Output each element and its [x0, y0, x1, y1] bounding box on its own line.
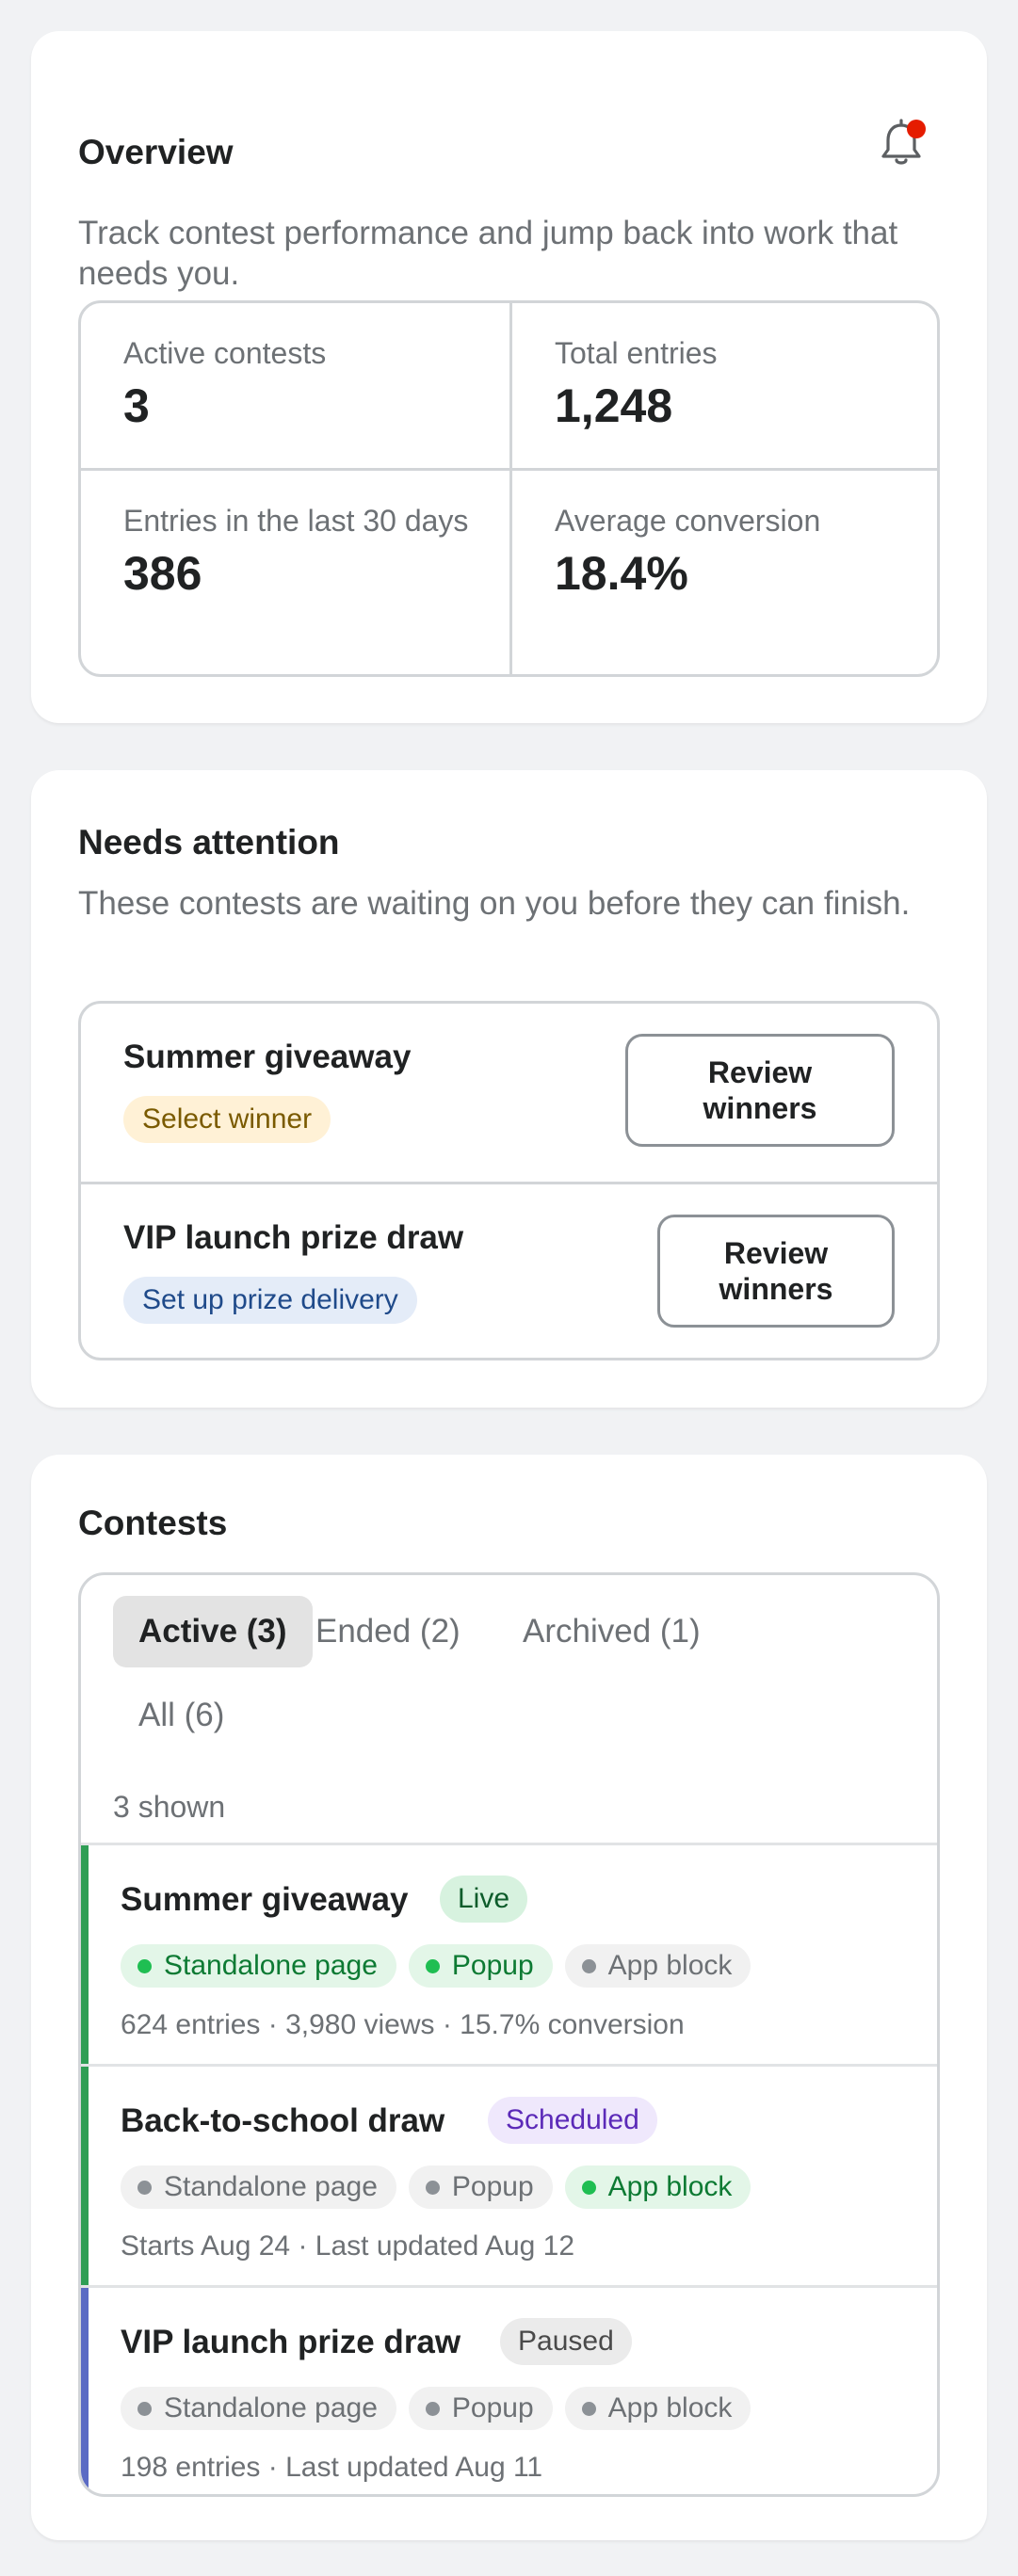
placement-chips: Standalone page Popup App block	[121, 2387, 751, 2430]
stat-entries-30-days: Entries in the last 30 days 386	[123, 502, 481, 601]
status-dot-icon	[137, 2180, 152, 2195]
status-dot-icon	[137, 2401, 152, 2416]
divider	[81, 468, 937, 471]
stat-label: Total entries	[555, 336, 718, 370]
status-dot-icon	[425, 2180, 440, 2195]
status-badge: Set up prize delivery	[123, 1277, 417, 1324]
attention-item: VIP launch prize draw Set up prize deliv…	[81, 1182, 937, 1358]
chip-label: App block	[607, 2392, 733, 2423]
stat-label: Active contests	[123, 336, 327, 370]
stat-label: Entries in the last 30 days	[123, 504, 469, 538]
status-badge: Live	[440, 1876, 528, 1923]
status-dot-icon	[425, 2401, 440, 2416]
tab-all[interactable]: All (6)	[113, 1680, 250, 1751]
placement-chip: Popup	[408, 2165, 553, 2209]
contest-row[interactable]: Back-to-school draw Scheduled Standalone…	[81, 2064, 937, 2285]
tab-archived[interactable]: Archived (1)	[497, 1596, 726, 1667]
overview-card: Overview Track contest performance and j…	[31, 31, 987, 723]
chip-label: Popup	[451, 2171, 534, 2202]
status-badge: Scheduled	[488, 2097, 657, 2144]
status-dot-icon	[581, 1958, 596, 1973]
chip-label: Standalone page	[164, 2392, 378, 2423]
shown-count: 3 shown	[113, 1790, 226, 1824]
chip-label: Popup	[451, 2392, 534, 2423]
chip-label: Popup	[451, 1950, 534, 1981]
attention-list: Summer giveaway Select winner Review win…	[78, 1001, 940, 1360]
stat-average-conversion: Average conversion 18.4%	[555, 502, 913, 601]
contest-row[interactable]: Summer giveaway Live Standalone page Pop…	[81, 1843, 937, 2064]
button-label: Review winners	[719, 1236, 833, 1306]
chip-label: App block	[607, 2171, 733, 2202]
placement-chip: Standalone page	[121, 2387, 396, 2430]
contest-name: VIP launch prize draw	[121, 2324, 461, 2360]
attention-title: Needs attention	[78, 823, 340, 861]
chip-label: Standalone page	[164, 2171, 378, 2202]
contests-card: Contests Active (3) Ended (2) Archived (…	[31, 1455, 987, 2540]
chip-label: App block	[607, 1950, 733, 1981]
review-winners-button[interactable]: Review winners	[625, 1034, 895, 1147]
overview-subtitle: Track contest performance and jump back …	[78, 215, 898, 292]
status-dot-icon	[425, 1958, 440, 1973]
chip-label: Standalone page	[164, 1950, 378, 1981]
contest-row[interactable]: VIP launch prize draw Paused Standalone …	[81, 2285, 937, 2494]
notification-dot	[907, 120, 926, 138]
placement-chip: Popup	[408, 2387, 553, 2430]
row-accent	[81, 2067, 89, 2285]
tab-ended[interactable]: Ended (2)	[290, 1596, 486, 1667]
overview-title: Overview	[78, 133, 234, 171]
placement-chip: Standalone page	[121, 2165, 396, 2209]
placement-chips: Standalone page Popup App block	[121, 1944, 751, 1988]
contest-meta: 624 entries · 3,980 views · 15.7% conver…	[121, 2009, 685, 2040]
status-badge: Paused	[500, 2318, 632, 2365]
contest-meta: Starts Aug 24 · Last updated Aug 12	[121, 2230, 575, 2262]
stat-active-contests: Active contests 3	[123, 334, 481, 433]
row-accent	[81, 2288, 89, 2494]
row-accent	[81, 1845, 89, 2064]
contests-title: Contests	[78, 1504, 228, 1542]
status-dot-icon	[137, 1958, 152, 1973]
contests-panel: Active (3) Ended (2) Archived (1) All (6…	[78, 1572, 940, 2497]
stat-label: Average conversion	[555, 504, 821, 538]
status-dot-icon	[581, 2401, 596, 2416]
needs-attention-card: Needs attention These contests are waiti…	[31, 770, 987, 1408]
contest-name: Summer giveaway	[121, 1881, 409, 1918]
placement-chip: Popup	[408, 1944, 553, 1988]
placement-chip: App block	[564, 2387, 751, 2430]
status-dot-icon	[581, 2180, 596, 2195]
attention-item-name: VIP launch prize draw	[123, 1219, 464, 1256]
attention-subtitle: These contests are waiting on you before…	[78, 885, 911, 922]
contest-meta: 198 entries · Last updated Aug 11	[121, 2452, 543, 2483]
button-label: Review winners	[703, 1055, 817, 1125]
stat-value: 18.4%	[555, 547, 688, 600]
stat-value: 1,248	[555, 379, 673, 432]
review-winners-button[interactable]: Review winners	[657, 1215, 895, 1328]
stat-value: 3	[123, 379, 150, 432]
attention-item-name: Summer giveaway	[123, 1038, 412, 1075]
contest-name: Back-to-school draw	[121, 2102, 445, 2139]
status-badge: Select winner	[123, 1096, 331, 1143]
placement-chip: App block	[564, 1944, 751, 1988]
stat-total-entries: Total entries 1,248	[555, 334, 913, 433]
placement-chip: Standalone page	[121, 1944, 396, 1988]
placement-chip: App block	[564, 2165, 751, 2209]
placement-chips: Standalone page Popup App block	[121, 2165, 751, 2209]
divider	[509, 303, 512, 674]
tab-active[interactable]: Active (3)	[113, 1596, 313, 1667]
attention-item: Summer giveaway Select winner Review win…	[81, 1004, 937, 1182]
stat-value: 386	[123, 547, 202, 600]
stats-grid: Active contests 3 Total entries 1,248 En…	[78, 300, 940, 677]
